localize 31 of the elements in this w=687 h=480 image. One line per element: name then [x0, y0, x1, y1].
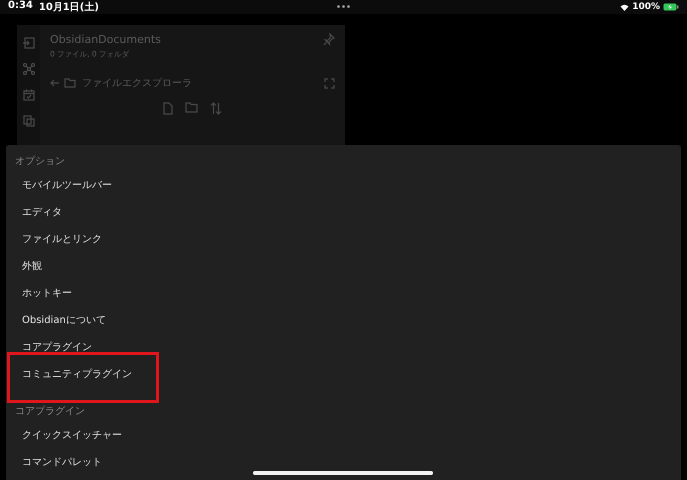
open-file-icon[interactable] [22, 37, 34, 49]
calendar-icon[interactable] [22, 89, 34, 101]
settings-item[interactable]: クイックスイッチャー [6, 422, 681, 449]
folder-icon [64, 78, 76, 88]
more-dots-icon[interactable] [337, 5, 350, 8]
graph-icon[interactable] [22, 63, 34, 75]
expand-icon[interactable] [324, 78, 335, 88]
settings-item[interactable]: Obsidianについて [6, 307, 681, 334]
copy-icon[interactable] [22, 115, 34, 127]
status-date: 10月1日(土) [38, 0, 99, 14]
vault-title: ObsidianDocuments [50, 33, 161, 46]
section-header: オプション [14, 154, 66, 169]
pin-icon[interactable] [323, 33, 335, 47]
status-time: 0:34 [8, 0, 33, 13]
settings-item[interactable]: コミュニティプラグイン [6, 361, 681, 388]
back-arrow-icon[interactable] [50, 79, 60, 87]
wifi-icon [620, 4, 630, 10]
new-file-icon[interactable] [163, 102, 173, 115]
new-folder-icon[interactable] [185, 102, 198, 113]
settings-item[interactable]: ファイルとリンク [6, 226, 681, 253]
settings-item[interactable]: コマンドパレット [6, 449, 681, 476]
section-header: コアプラグイン [14, 404, 86, 419]
settings-item[interactable]: ホットキー [6, 280, 681, 307]
battery-percent: 100% [632, 2, 660, 12]
settings-item[interactable]: コアプラグイン [6, 334, 681, 361]
battery-icon [663, 3, 679, 11]
view-title: ファイルエクスプローラ [82, 76, 193, 90]
settings-item[interactable]: モバイルツールバー [6, 172, 681, 199]
settings-item[interactable]: 外観 [6, 253, 681, 280]
settings-item[interactable]: エディタ [6, 199, 681, 226]
sort-icon[interactable] [210, 102, 222, 115]
